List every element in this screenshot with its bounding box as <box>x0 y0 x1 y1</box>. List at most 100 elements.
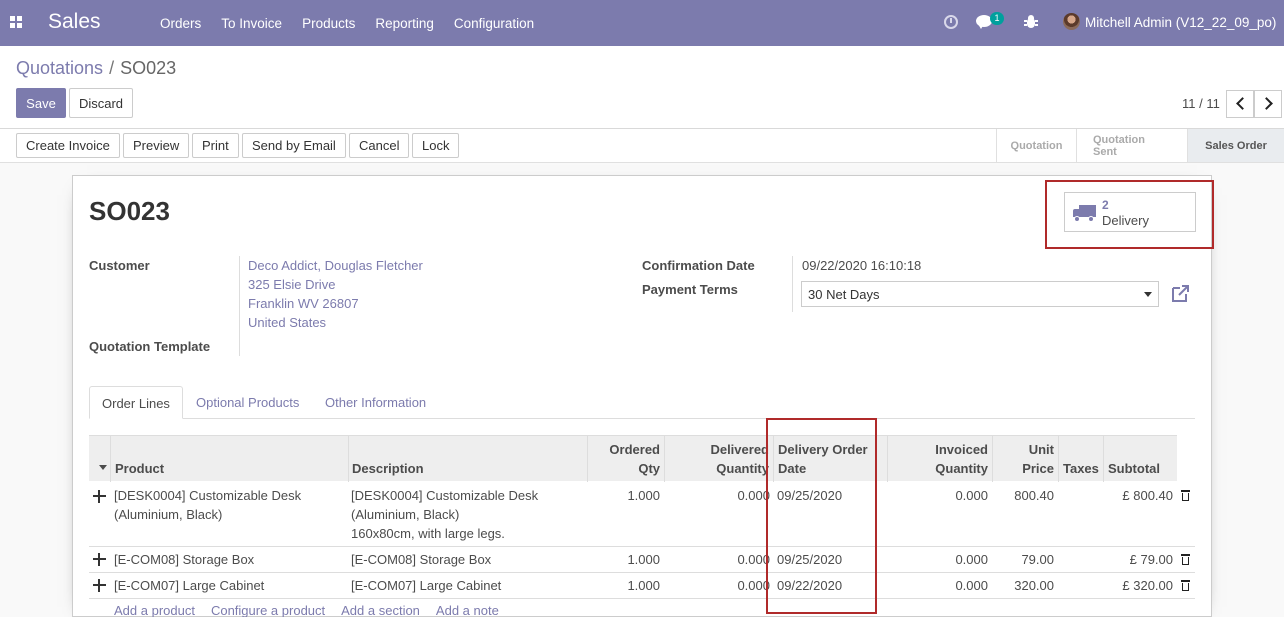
customer-address-line[interactable]: Franklin WV 26807 <box>248 296 359 311</box>
statusbar: Create Invoice Preview Print Send by Ema… <box>0 129 1284 163</box>
chevron-left-icon <box>1236 97 1249 110</box>
row-product[interactable]: [E-COM08] Storage Box <box>114 550 254 569</box>
menu-products[interactable]: Products <box>292 16 365 31</box>
tab-optional-products[interactable]: Optional Products <box>184 386 311 419</box>
menu-configuration[interactable]: Configuration <box>444 16 544 31</box>
breadcrumb: Quotations / SO023 <box>16 58 176 79</box>
add-note-link[interactable]: Add a note <box>436 603 499 617</box>
row-ordered-qty[interactable]: 1.000 <box>587 486 660 505</box>
column-unit-price[interactable]: Unit Price <box>992 436 1058 482</box>
column-ordered-qty-line1: Ordered <box>609 442 660 457</box>
drag-handle-icon[interactable] <box>93 579 106 592</box>
activity-clock-icon[interactable] <box>944 15 958 29</box>
print-button[interactable]: Print <box>192 133 239 158</box>
lock-button[interactable]: Lock <box>412 133 460 158</box>
row-unit-price[interactable]: 320.00 <box>992 576 1054 595</box>
column-delivered-qty-line2: Quantity <box>716 461 769 476</box>
chat-count-badge: 1 <box>990 12 1004 25</box>
order-lines-header: Product Description Ordered Qty Delivered… <box>89 435 1177 482</box>
column-ordered-qty[interactable]: Ordered Qty <box>587 436 664 482</box>
trash-icon[interactable] <box>1181 580 1190 591</box>
table-row[interactable]: [E-COM08] Storage Box [E-COM08] Storage … <box>89 547 1195 573</box>
confirmation-date-label: Confirmation Date <box>642 258 755 273</box>
column-unit-price-line2: Price <box>1022 461 1054 476</box>
trash-icon[interactable] <box>1181 554 1190 565</box>
row-description[interactable]: [E-COM08] Storage Box <box>351 550 491 569</box>
row-delivered-qty: 0.000 <box>737 552 770 567</box>
stage-quotation[interactable]: Quotation <box>996 129 1076 162</box>
column-taxes[interactable]: Taxes <box>1058 436 1103 482</box>
preview-button[interactable]: Preview <box>123 133 190 158</box>
drag-handle-icon[interactable] <box>93 490 106 503</box>
column-invoiced-qty-line1: Invoiced <box>935 442 988 457</box>
top-navbar: Sales Orders To Invoice Products Reporti… <box>0 0 1284 46</box>
stage-sales-order[interactable]: Sales Order <box>1187 129 1284 162</box>
send-by-email-button[interactable]: Send by Email <box>242 133 346 158</box>
user-menu[interactable]: Mitchell Admin (V12_22_09_po) <box>1085 15 1276 30</box>
row-product[interactable]: [E-COM07] Large Cabinet <box>114 576 264 595</box>
apps-menu-icon[interactable] <box>10 16 23 28</box>
breadcrumb-separator: / <box>109 58 115 78</box>
pager-next-button[interactable] <box>1254 90 1282 118</box>
external-link-icon[interactable] <box>1171 284 1190 303</box>
column-ordered-qty-line2: Qty <box>638 461 660 476</box>
column-delivered-qty[interactable]: Delivered Quantity <box>664 436 773 482</box>
column-invoiced-qty-line2: Quantity <box>935 461 988 476</box>
row-description[interactable]: [E-COM07] Large Cabinet <box>351 576 501 595</box>
column-invoiced-qty[interactable]: Invoiced Quantity <box>887 436 992 482</box>
column-description[interactable]: Description <box>348 436 587 482</box>
app-title[interactable]: Sales <box>48 10 101 34</box>
quotation-template-label: Quotation Template <box>89 339 211 354</box>
add-line-links: Add a product Configure a product Add a se… <box>114 603 515 617</box>
sort-caret-icon[interactable] <box>99 465 107 470</box>
customer-label: Customer <box>89 258 150 273</box>
menu-to-invoice[interactable]: To Invoice <box>211 16 292 31</box>
trash-icon[interactable] <box>1181 490 1190 501</box>
column-subtotal[interactable]: Subtotal <box>1103 436 1177 482</box>
table-row[interactable]: [DESK0004] Customizable Desk (Aluminium, … <box>89 481 1195 547</box>
discard-button[interactable]: Discard <box>69 88 133 118</box>
column-delivered-qty-line1: Delivered <box>710 442 769 457</box>
customer-address-line[interactable]: 325 Elsie Drive <box>248 277 335 292</box>
column-product[interactable]: Product <box>110 436 349 482</box>
row-ordered-qty[interactable]: 1.000 <box>587 576 660 595</box>
row-subtotal: £ 800.40 <box>1122 488 1173 503</box>
user-avatar[interactable] <box>1063 13 1080 30</box>
add-product-link[interactable]: Add a product <box>114 603 195 617</box>
cancel-button[interactable]: Cancel <box>349 133 410 158</box>
column-unit-price-line1: Unit <box>1028 442 1054 457</box>
field-divider <box>239 256 240 356</box>
tab-order-lines[interactable]: Order Lines <box>89 386 183 419</box>
row-unit-price[interactable]: 79.00 <box>992 550 1054 569</box>
row-invoiced-qty: 0.000 <box>955 552 988 567</box>
row-unit-price[interactable]: 800.40 <box>992 486 1054 505</box>
chevron-right-icon <box>1260 97 1273 110</box>
row-product[interactable]: [DESK0004] Customizable Desk (Aluminium, … <box>114 486 301 524</box>
configure-product-link[interactable]: Configure a product <box>211 603 325 617</box>
breadcrumb-parent[interactable]: Quotations <box>16 58 103 78</box>
table-row[interactable]: [E-COM07] Large Cabinet [E-COM07] Large … <box>89 573 1195 599</box>
row-ordered-qty[interactable]: 1.000 <box>587 550 660 569</box>
form-tabs: Order Lines Optional Products Other Info… <box>89 386 1195 419</box>
create-invoice-button[interactable]: Create Invoice <box>16 133 120 158</box>
breadcrumb-current: SO023 <box>120 58 177 78</box>
add-section-link[interactable]: Add a section <box>341 603 420 617</box>
record-title: SO023 <box>89 196 170 226</box>
row-invoiced-qty: 0.000 <box>955 578 988 593</box>
row-delivered-qty: 0.000 <box>737 578 770 593</box>
row-description[interactable]: [DESK0004] Customizable Desk (Aluminium, … <box>351 486 538 543</box>
customer-link[interactable]: Deco Addict, Douglas Fletcher <box>248 258 423 273</box>
save-button[interactable]: Save <box>16 88 66 118</box>
customer-address-line[interactable]: United States <box>248 315 326 330</box>
field-divider <box>792 256 793 312</box>
payment-terms-select[interactable]: 30 Net Days <box>801 281 1159 307</box>
menu-orders[interactable]: Orders <box>150 16 211 31</box>
tab-other-information[interactable]: Other Information <box>313 386 438 419</box>
annotation-highlight-smart-button <box>1045 180 1214 249</box>
stage-quotation-sent[interactable]: Quotation Sent <box>1076 129 1187 162</box>
drag-handle-icon[interactable] <box>93 553 106 566</box>
menu-reporting[interactable]: Reporting <box>365 16 444 31</box>
control-panel: Quotations / SO023 Save Discard 11 / 11 <box>0 46 1284 129</box>
bug-icon[interactable] <box>1024 14 1038 30</box>
pager-previous-button[interactable] <box>1226 90 1254 118</box>
